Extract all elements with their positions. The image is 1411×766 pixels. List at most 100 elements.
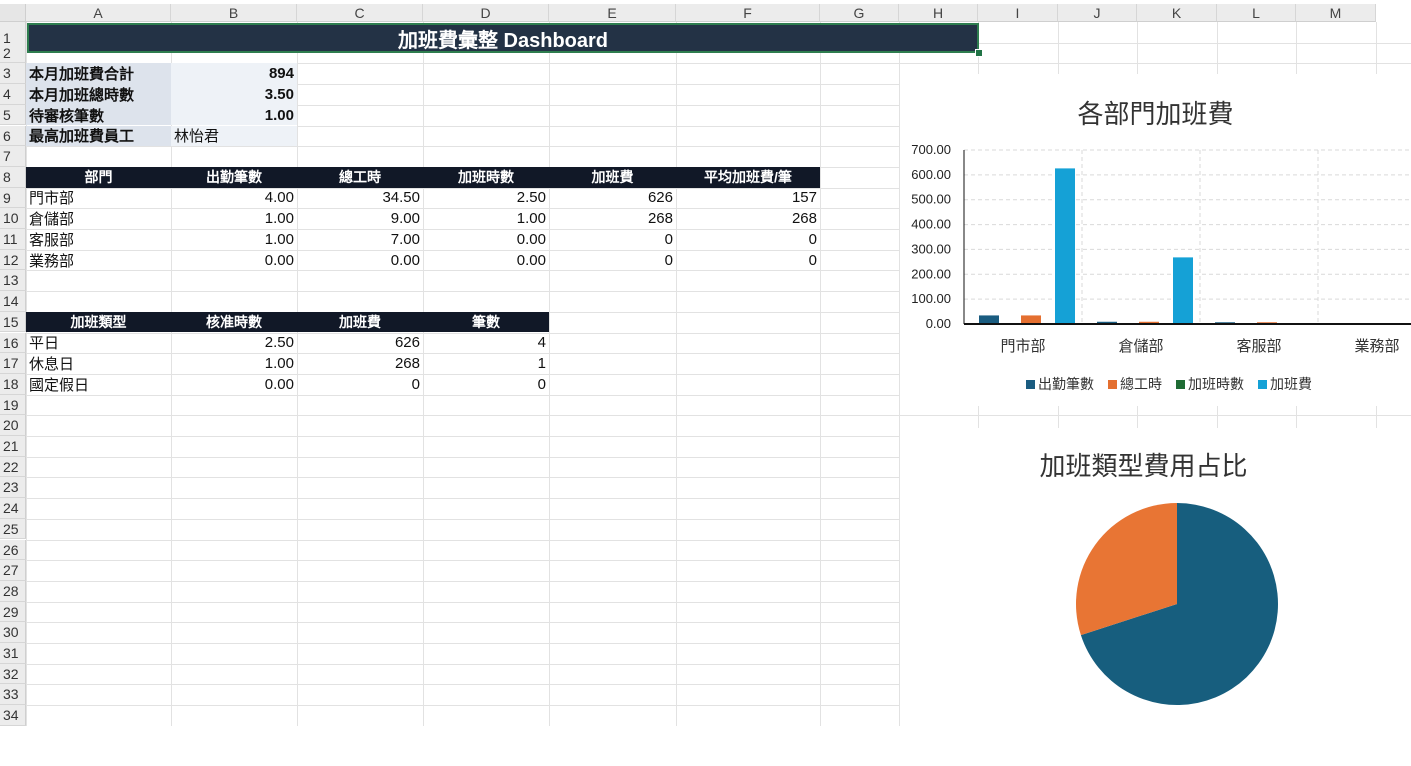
row-header[interactable]: 11 (0, 229, 26, 250)
column-header-I[interactable]: I (978, 4, 1058, 22)
column-header-B[interactable]: B (171, 4, 297, 22)
row-header[interactable]: 13 (0, 270, 26, 292)
row-header[interactable]: 24 (0, 498, 26, 519)
dept-table-header[interactable]: 加班費 (549, 166, 676, 188)
dept-table-header[interactable]: 平均加班費/筆 (676, 166, 820, 188)
row-header[interactable]: 10 (0, 208, 26, 229)
row-header[interactable]: 17 (0, 353, 26, 374)
bar-chart[interactable]: 各部門加班費 0.00 100.00 200.00 300.00 400.00 500.0… (900, 74, 1411, 406)
kpi-label[interactable]: 最高加班費員工 (26, 125, 171, 147)
dept-table-cell[interactable]: 0 (549, 229, 676, 250)
column-header-A[interactable]: A (26, 4, 171, 22)
type-table-header[interactable]: 核准時數 (171, 311, 297, 333)
column-header-H[interactable]: H (899, 4, 978, 22)
kpi-label[interactable]: 本月加班費合計 (26, 63, 171, 85)
type-table-cell[interactable]: 2.50 (171, 333, 297, 354)
dept-table-cell[interactable]: 0.00 (423, 229, 549, 250)
row-header[interactable]: 2 (0, 42, 26, 64)
dept-table-cell[interactable]: 7.00 (297, 229, 423, 250)
select-all-corner[interactable] (0, 4, 26, 22)
dept-table-cell[interactable]: 0.00 (297, 250, 423, 271)
row-header[interactable]: 7 (0, 146, 26, 167)
column-header-D[interactable]: D (423, 4, 549, 22)
row-header[interactable]: 4 (0, 84, 26, 105)
row-header[interactable]: 18 (0, 373, 26, 395)
kpi-value[interactable]: 1.00 (171, 104, 297, 126)
column-header-F[interactable]: F (676, 4, 820, 22)
column-header-E[interactable]: E (549, 4, 676, 22)
dept-table-cell[interactable]: 626 (549, 188, 676, 209)
dept-table-cell[interactable]: 0 (676, 250, 820, 271)
row-header[interactable]: 31 (0, 643, 26, 664)
row-header[interactable]: 16 (0, 332, 26, 354)
dept-table-cell[interactable]: 34.50 (297, 188, 423, 209)
fill-handle[interactable] (975, 49, 983, 57)
dashboard-title[interactable]: 加班費彙整 Dashboard (27, 23, 979, 53)
row-header[interactable]: 5 (0, 104, 26, 126)
row-header[interactable]: 32 (0, 663, 26, 685)
type-table-cell[interactable]: 0 (297, 374, 423, 395)
type-table-cell[interactable]: 0.00 (171, 374, 297, 395)
type-table-header[interactable]: 加班費 (297, 311, 423, 333)
pie-chart[interactable]: 加班類型費用占比 (900, 428, 1411, 726)
type-table-cell[interactable]: 1.00 (171, 353, 297, 374)
row-header[interactable]: 14 (0, 291, 26, 312)
type-table-cell[interactable]: 休息日 (26, 353, 171, 374)
dept-table-cell[interactable]: 0.00 (423, 250, 549, 271)
dept-table-cell[interactable]: 倉儲部 (26, 208, 171, 229)
row-header[interactable]: 33 (0, 684, 26, 706)
dept-table-cell[interactable]: 0 (549, 250, 676, 271)
row-header[interactable]: 28 (0, 580, 26, 602)
row-header[interactable]: 15 (0, 311, 26, 333)
dept-table-header[interactable]: 出勤筆數 (171, 166, 297, 188)
dept-table-cell[interactable]: 2.50 (423, 188, 549, 209)
kpi-label[interactable]: 本月加班總時數 (26, 84, 171, 105)
column-header-L[interactable]: L (1217, 4, 1296, 22)
row-header[interactable]: 30 (0, 622, 26, 643)
column-header-J[interactable]: J (1058, 4, 1137, 22)
column-header-M[interactable]: M (1296, 4, 1376, 22)
row-header[interactable]: 20 (0, 415, 26, 436)
dept-table-cell[interactable]: 268 (549, 208, 676, 229)
row-header[interactable]: 27 (0, 560, 26, 581)
row-header[interactable]: 12 (0, 249, 26, 271)
kpi-label[interactable]: 待審核筆數 (26, 104, 171, 126)
dept-table-cell[interactable]: 9.00 (297, 208, 423, 229)
dept-table-cell[interactable]: 門市部 (26, 188, 171, 209)
column-header-G[interactable]: G (820, 4, 899, 22)
dept-table-cell[interactable]: 268 (676, 208, 820, 229)
row-header[interactable]: 21 (0, 436, 26, 457)
row-header[interactable]: 19 (0, 394, 26, 416)
kpi-value[interactable]: 894 (171, 63, 297, 85)
type-table-cell[interactable]: 國定假日 (26, 374, 171, 395)
dept-table-cell[interactable]: 0.00 (171, 250, 297, 271)
row-header[interactable]: 22 (0, 456, 26, 478)
type-table-header[interactable]: 加班類型 (26, 311, 171, 333)
type-table-cell[interactable]: 268 (297, 353, 423, 374)
column-header-C[interactable]: C (297, 4, 423, 22)
dept-table-cell[interactable]: 157 (676, 188, 820, 209)
dept-table-header[interactable]: 加班時數 (423, 166, 549, 188)
dept-table-cell[interactable]: 1.00 (171, 229, 297, 250)
row-header[interactable]: 23 (0, 477, 26, 499)
row-header[interactable]: 8 (0, 166, 26, 188)
type-table-cell[interactable]: 平日 (26, 333, 171, 354)
row-header[interactable]: 26 (0, 539, 26, 561)
dept-table-cell[interactable]: 1.00 (171, 208, 297, 229)
kpi-value[interactable]: 林怡君 (171, 125, 297, 147)
type-table-cell[interactable]: 0 (423, 374, 549, 395)
row-header[interactable]: 25 (0, 518, 26, 540)
dept-table-cell[interactable]: 業務部 (26, 250, 171, 271)
dept-table-header[interactable]: 總工時 (297, 166, 423, 188)
type-table-cell[interactable]: 4 (423, 333, 549, 354)
row-header[interactable]: 3 (0, 63, 26, 85)
dept-table-cell[interactable]: 0 (676, 229, 820, 250)
row-header[interactable]: 6 (0, 125, 26, 147)
dept-table-cell[interactable]: 客服部 (26, 229, 171, 250)
type-table-header[interactable]: 筆數 (423, 311, 549, 333)
kpi-value[interactable]: 3.50 (171, 84, 297, 105)
row-header[interactable]: 9 (0, 187, 26, 209)
type-table-cell[interactable]: 626 (297, 333, 423, 354)
type-table-cell[interactable]: 1 (423, 353, 549, 374)
dept-table-cell[interactable]: 1.00 (423, 208, 549, 229)
